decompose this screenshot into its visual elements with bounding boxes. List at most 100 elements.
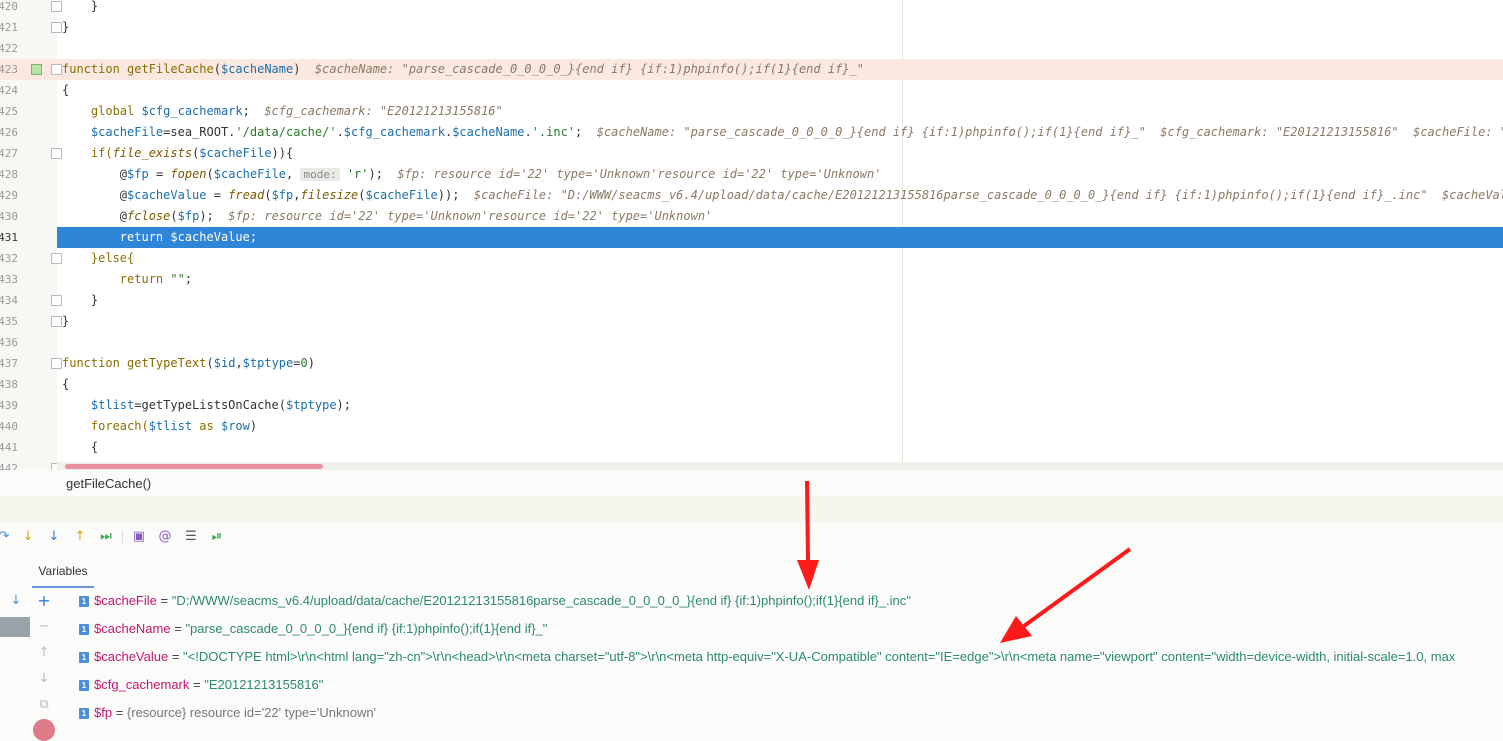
breadcrumb-function[interactable]: getFileCache() xyxy=(66,476,151,491)
code-line[interactable]: 426 $cacheFile=sea_ROOT.'/data/cache/'.$… xyxy=(0,122,1503,143)
code-token: $fp xyxy=(127,167,149,181)
code-token: return xyxy=(62,272,171,286)
line-number: 441 xyxy=(0,441,18,454)
code-token: $cacheName xyxy=(220,62,294,76)
fold-toggle-icon[interactable] xyxy=(51,1,62,12)
code-token: filesize xyxy=(300,188,359,202)
code-line[interactable]: 424 { xyxy=(0,80,1503,101)
code-line[interactable]: 433 return ""; xyxy=(0,269,1503,290)
variables-list: 1 $cacheFile = "D:/WWW/seacms_v6.4/upload… xyxy=(57,586,1503,732)
code-line[interactable]: 436 xyxy=(0,332,1503,353)
code-token: @ xyxy=(62,167,128,181)
code-token: '.inc' xyxy=(531,125,576,139)
code-token: } xyxy=(62,20,70,34)
debugger-toolbar: ↷ ↓ ↓ ↑ ⏭ ▣ @ ☰ ⏯ xyxy=(0,524,1503,550)
code-token: @ xyxy=(62,209,128,223)
code-line[interactable]: 435} xyxy=(0,311,1503,332)
code-editor[interactable]: 420 } 421} 422 423 function getFileCache($ca… xyxy=(0,0,1503,470)
code-token: '/data/cache/' xyxy=(235,125,337,139)
fold-toggle-icon[interactable] xyxy=(51,295,62,306)
variable-row[interactable]: 1 $fp = {resource} resource id='22' type=… xyxy=(79,699,376,727)
breakpoint-check-icon[interactable] xyxy=(31,64,42,75)
code-line[interactable]: 429 @$cacheValue = fread($fp,filesize($c… xyxy=(0,185,1503,206)
variable-row[interactable]: 1 $cacheValue = "<!DOCTYPE html>\r\n<html… xyxy=(79,643,1455,671)
step-over-icon[interactable]: ↷ xyxy=(0,529,12,545)
code-text: function getFileCache($cacheName) $cache… xyxy=(62,59,864,80)
fold-toggle-icon[interactable] xyxy=(51,316,62,327)
code-text: } xyxy=(62,0,98,17)
line-number: 424 xyxy=(0,84,18,97)
force-step-into-icon[interactable]: ↓ xyxy=(46,529,62,545)
step-into-icon[interactable]: ↓ xyxy=(20,529,36,545)
fold-toggle-icon[interactable] xyxy=(51,22,62,33)
code-line[interactable]: 425 global $cfg_cachemark; $cfg_cachemar… xyxy=(0,101,1503,122)
code-line[interactable]: 432 }else{ xyxy=(0,248,1503,269)
code-token: = xyxy=(206,188,229,202)
arrow-down-icon[interactable]: ↓ xyxy=(9,594,23,608)
variable-name: $cacheName xyxy=(94,621,171,636)
add-watch-icon[interactable]: + xyxy=(37,593,51,609)
code-line[interactable]: 422 xyxy=(0,38,1503,59)
code-text: } xyxy=(62,290,98,311)
code-line[interactable]: 437 function getTypeText($id,$tptype=0) xyxy=(0,353,1503,374)
code-token: $cfg_cachemark xyxy=(343,125,445,139)
code-line[interactable]: 421} xyxy=(0,17,1503,38)
move-up-icon[interactable]: ↑ xyxy=(37,646,51,660)
fold-toggle-icon[interactable] xyxy=(51,148,62,159)
code-text: if(file_exists($cacheFile)){ xyxy=(62,143,293,164)
code-token: ; xyxy=(242,104,265,118)
code-token: ); xyxy=(368,167,398,181)
run-to-cursor-icon[interactable]: ⏭ xyxy=(98,529,114,545)
code-token: $tptype xyxy=(242,356,294,370)
code-line[interactable]: 438 { xyxy=(0,374,1503,395)
code-text: global $cfg_cachemark; $cfg_cachemark: "… xyxy=(62,101,503,122)
variable-row[interactable]: 1 $cacheName = "parse_cascade_0_0_0_0_}{e… xyxy=(79,615,547,643)
code-line[interactable]: 440 foreach($tlist as $row) xyxy=(0,416,1503,437)
variable-name: $fp xyxy=(94,705,113,720)
code-text: $tlist=getTypeListsOnCache($tptype); xyxy=(62,395,351,416)
code-token: $tlist xyxy=(62,398,135,412)
code-token: ( xyxy=(358,188,366,202)
inline-debug-value: $fp: resource id='22' type='Unknown'reso… xyxy=(397,167,882,181)
remove-watch-icon[interactable]: − xyxy=(37,620,51,634)
variable-value: {resource} resource id='22' type='Unknow… xyxy=(126,705,377,720)
breadcrumb[interactable]: getFileCache() xyxy=(0,470,1503,496)
fold-toggle-icon[interactable] xyxy=(51,64,62,75)
code-text: function getTypeText($id,$tptype=0) xyxy=(62,353,315,374)
code-line[interactable]: 423 function getFileCache($cacheName) $ca… xyxy=(0,59,1503,80)
code-token: . xyxy=(336,125,344,139)
code-token: =sea_ROOT. xyxy=(163,125,236,139)
line-number: 422 xyxy=(0,42,18,55)
code-line[interactable]: 427 if(file_exists($cacheFile)){ xyxy=(0,143,1503,164)
code-line[interactable]: 430 @fclose($fp); $fp: resource id='22' … xyxy=(0,206,1503,227)
code-line[interactable]: 428 @$fp = fopen($cacheFile, mode: 'r');… xyxy=(0,164,1503,185)
code-token: function xyxy=(62,62,128,76)
code-token: fread xyxy=(228,188,265,202)
step-out-icon[interactable]: ↑ xyxy=(72,529,88,545)
variable-name: $cacheValue xyxy=(94,649,169,664)
horizontal-scrollbar-thumb[interactable] xyxy=(65,464,323,469)
fold-toggle-icon[interactable] xyxy=(51,253,62,264)
variable-value: "E20121213155816" xyxy=(204,677,324,692)
code-line[interactable]: 420 } xyxy=(0,0,1503,17)
copy-icon[interactable]: ⧉ xyxy=(37,698,51,712)
tab-variables[interactable]: Variables xyxy=(32,556,94,588)
console-icon[interactable]: ▣ xyxy=(131,529,147,545)
evaluate-icon[interactable]: @ xyxy=(157,529,173,545)
code-token: ( xyxy=(264,188,272,202)
frames-list-icon[interactable]: ☰ xyxy=(183,529,199,545)
variable-row[interactable]: 1 $cacheFile = "D:/WWW/seacms_v6.4/upload… xyxy=(79,587,911,615)
code-text: { xyxy=(62,437,98,458)
fold-toggle-icon[interactable] xyxy=(51,358,62,369)
code-line[interactable]: 439 $tlist=getTypeListsOnCache($tptype); xyxy=(0,395,1503,416)
code-line[interactable]: 431 return $cacheValue; xyxy=(0,227,1503,248)
code-line[interactable]: 434 } xyxy=(0,290,1503,311)
inline-debug-value: $cacheName: "parse_cascade_0_0_0_0_}{end… xyxy=(314,62,864,76)
variable-row[interactable]: 1 $cfg_cachemark = "E20121213155816" xyxy=(79,671,323,699)
resume-icon[interactable]: ⏯ xyxy=(209,529,225,545)
line-number: 421 xyxy=(0,21,18,34)
variable-equals: = xyxy=(170,621,186,636)
code-line[interactable]: 441 { xyxy=(0,437,1503,458)
code-token: { xyxy=(62,440,99,454)
move-down-icon[interactable]: ↓ xyxy=(37,672,51,686)
